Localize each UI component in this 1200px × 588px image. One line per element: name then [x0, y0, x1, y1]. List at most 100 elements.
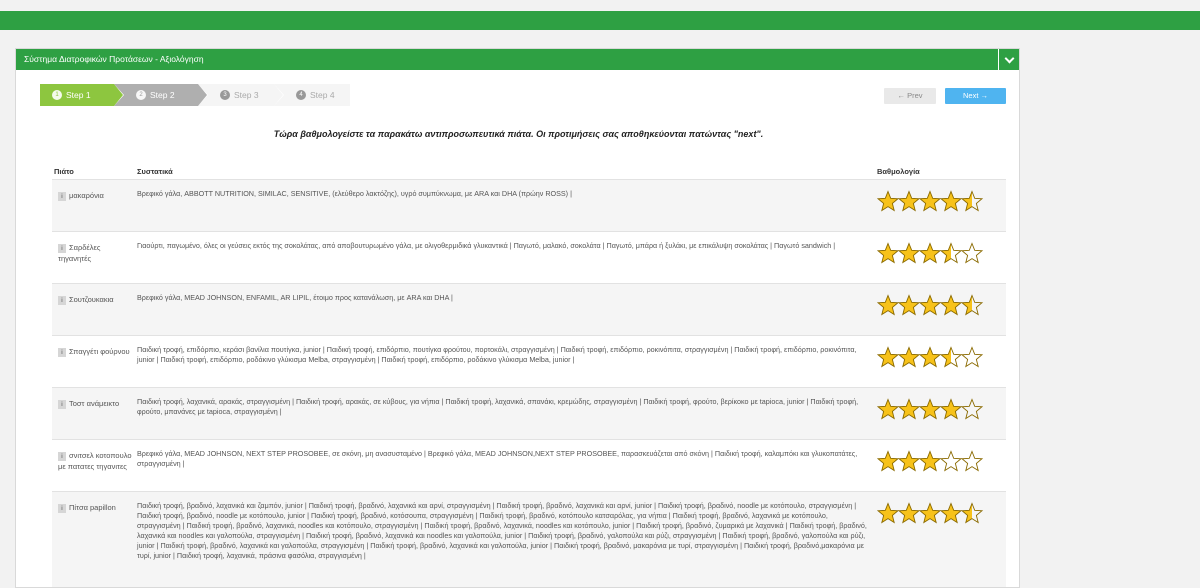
next-button[interactable]: Next →: [945, 88, 1006, 104]
star-rating-svg: [877, 242, 984, 264]
dish-cell: i Σαρδέλες τηγανητές: [58, 242, 134, 264]
collapse-button[interactable]: [998, 49, 1019, 70]
wizard-step-2[interactable]: 2 Step 2: [114, 84, 208, 106]
star-icon[interactable]: [897, 450, 921, 472]
step-number-icon: 1: [52, 89, 62, 100]
ingredients-cell: Γιαούρτι, παγωμένο, όλες οι γεύσεις εκτό…: [137, 241, 836, 250]
star-rating[interactable]: [877, 190, 987, 212]
star-icon[interactable]: [918, 294, 942, 316]
star-rating[interactable]: [877, 242, 987, 264]
table-row: i σνιτσελ κοτοπουλο με πατατες τηγανιτες Β…: [52, 439, 1006, 491]
dish-name: Πίτσα papillon: [69, 503, 116, 512]
info-icon[interactable]: i: [58, 243, 66, 253]
star-icon[interactable]: [918, 346, 942, 368]
table-row: i Πίτσα papillon Παιδική τροφή, βραδινό, λ…: [52, 491, 1006, 587]
wizard-step-4[interactable]: 4 Step 4: [274, 84, 350, 106]
prev-button[interactable]: ← Prev: [884, 88, 936, 104]
wizard-step-3[interactable]: 3 Step 3: [198, 84, 284, 106]
chevron-down-icon: [1004, 53, 1014, 64]
step-arrow: [114, 84, 123, 106]
wizard-steps: 1 Step 1 2 Step 2 3 Step 3 4 Step 4: [40, 84, 640, 106]
star-rating[interactable]: [877, 346, 987, 368]
star-icon[interactable]: [960, 398, 984, 420]
step-label: Step 2: [150, 90, 175, 100]
step-label: Step 3: [234, 90, 259, 100]
dish-name: Σπαγγέτι φούρνου: [69, 347, 130, 356]
ingredients-cell: Παιδική τροφή, βραδινό, λαχανικά και ζαμ…: [137, 501, 867, 560]
info-icon[interactable]: i: [58, 295, 66, 305]
info-icon[interactable]: i: [58, 347, 66, 357]
star-icon[interactable]: [877, 450, 900, 472]
step-number-icon: 4: [296, 89, 306, 100]
info-icon[interactable]: i: [58, 451, 66, 461]
star-icon[interactable]: [897, 190, 921, 212]
star-icon[interactable]: [918, 398, 942, 420]
evaluation-panel: Σύστημα Διατροφικών Προτάσεων - Αξιολόγη…: [15, 48, 1020, 588]
star-icon[interactable]: [877, 242, 900, 264]
star-icon[interactable]: [960, 450, 984, 472]
info-icon[interactable]: i: [58, 503, 66, 513]
star-rating[interactable]: [877, 450, 987, 472]
wizard-step-1[interactable]: 1 Step 1: [40, 84, 124, 106]
star-icon[interactable]: [897, 346, 921, 368]
star-icon[interactable]: [939, 502, 963, 524]
star-icon[interactable]: [877, 346, 900, 368]
step-arrow: [274, 84, 283, 106]
dish-cell: i Σπαγγέτι φούρνου: [58, 346, 134, 357]
star-icon[interactable]: [897, 398, 921, 420]
star-icon[interactable]: [939, 398, 963, 420]
star-icon[interactable]: [918, 502, 942, 524]
star-icon[interactable]: [897, 242, 921, 264]
table-row: i Σαρδέλες τηγανητές Γιαούρτι, παγωμένο, ό…: [52, 231, 1006, 283]
dish-cell: i σνιτσελ κοτοπουλο με πατατες τηγανιτες: [58, 450, 134, 472]
step-arrow: [198, 84, 207, 106]
star-icon[interactable]: [960, 502, 984, 524]
star-icon[interactable]: [897, 502, 921, 524]
column-header-dish: Πιάτο: [54, 167, 74, 176]
info-icon[interactable]: i: [58, 399, 66, 409]
star-rating-svg: [877, 502, 984, 524]
star-icon[interactable]: [877, 502, 900, 524]
panel-title: Σύστημα Διατροφικών Προτάσεων - Αξιολόγη…: [24, 54, 204, 64]
dish-name: μακαρόνια: [69, 191, 104, 200]
star-icon[interactable]: [918, 242, 942, 264]
ingredients-cell: Βρεφικό γάλα, MEAD JOHNSON, NEXT STEP PR…: [137, 449, 858, 468]
panel-header: Σύστημα Διατροφικών Προτάσεων - Αξιολόγη…: [16, 49, 1019, 70]
step-number-icon: 3: [220, 89, 230, 100]
table-row: i Σουτζουκακια Βρεφικό γάλα, MEAD JOHNSON,…: [52, 283, 1006, 335]
star-rating-svg: [877, 346, 984, 368]
ingredients-cell: Βρεφικό γάλα, MEAD JOHNSON, ENFAMIL, AR …: [137, 293, 453, 302]
star-rating-svg: [877, 398, 984, 420]
star-icon[interactable]: [939, 242, 963, 264]
ingredients-cell: Βρεφικό γάλα, ABBOTT NUTRITION, SIMILAC,…: [137, 189, 572, 198]
star-icon[interactable]: [897, 294, 921, 316]
top-bar: [0, 11, 1200, 30]
star-icon[interactable]: [939, 190, 963, 212]
star-icon[interactable]: [877, 190, 900, 212]
star-rating[interactable]: [877, 398, 987, 420]
star-icon[interactable]: [877, 294, 900, 316]
star-icon[interactable]: [960, 242, 984, 264]
star-icon[interactable]: [939, 346, 963, 368]
star-icon[interactable]: [960, 190, 984, 212]
step-label: Step 4: [310, 90, 335, 100]
star-icon[interactable]: [877, 398, 900, 420]
dish-name: Τοστ ανάμεικτο: [69, 399, 120, 408]
step-number-icon: 2: [136, 89, 146, 100]
star-icon[interactable]: [960, 294, 984, 316]
info-icon[interactable]: i: [58, 191, 66, 201]
star-icon[interactable]: [918, 450, 942, 472]
star-rating[interactable]: [877, 502, 987, 524]
star-icon[interactable]: [939, 294, 963, 316]
dish-name: Σουτζουκακια: [69, 295, 114, 304]
star-icon[interactable]: [960, 346, 984, 368]
star-rating[interactable]: [877, 294, 987, 316]
dish-cell: i Τοστ ανάμεικτο: [58, 398, 134, 409]
star-rating-svg: [877, 450, 984, 472]
star-icon[interactable]: [939, 450, 963, 472]
star-rating-svg: [877, 294, 984, 316]
ingredients-cell: Παιδική τροφή, επιδόρπιο, κεράσι βανίλια…: [137, 345, 857, 364]
dish-cell: i Σουτζουκακια: [58, 294, 134, 305]
star-icon[interactable]: [918, 190, 942, 212]
table-row: i Τοστ ανάμεικτο Παιδική τροφή, λαχανικά, …: [52, 387, 1006, 439]
